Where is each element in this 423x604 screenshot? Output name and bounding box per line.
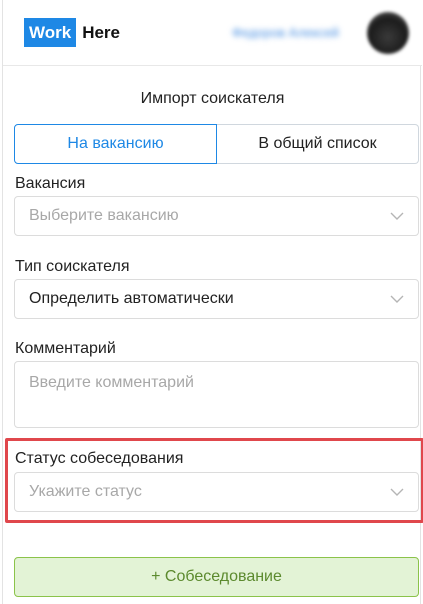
comment-placeholder: Введите комментарий (29, 374, 194, 391)
candidate-type-label: Тип соискателя (15, 258, 130, 275)
comment-label: Комментарий (15, 340, 116, 357)
app-header: Work Here Федоров Алексей (3, 0, 422, 66)
vacancy-select[interactable]: Выберите вакансию (14, 196, 419, 236)
page-title: Импорт соискателя (140, 90, 285, 107)
comment-field[interactable]: Введите комментарий (14, 361, 419, 428)
chevron-down-icon (390, 212, 404, 220)
avatar[interactable] (367, 12, 409, 54)
chevron-down-icon (390, 488, 404, 496)
candidate-type-value: Определить автоматически (29, 290, 234, 307)
form-panel: Work Here Федоров Алексей Импорт соискат… (2, 0, 423, 604)
logo-here-text: Here (82, 22, 121, 42)
candidate-type-select[interactable]: Определить автоматически (14, 279, 419, 319)
interview-status-placeholder: Укажите статус (29, 483, 142, 500)
user-name[interactable]: Федоров Алексей (232, 25, 357, 41)
chevron-down-icon (390, 295, 404, 303)
tab-general-list[interactable]: В общий список (217, 124, 419, 164)
add-interview-button[interactable]: + Собеседование (14, 557, 419, 597)
logo[interactable]: Work Here (24, 18, 120, 47)
interview-status-select[interactable]: Укажите статус (14, 472, 419, 512)
vacancy-placeholder: Выберите вакансию (29, 207, 179, 224)
vacancy-label: Вакансия (15, 175, 86, 192)
import-target-tabs: На вакансию В общий список (14, 124, 419, 164)
logo-work-text: Work (24, 18, 77, 47)
interview-status-label: Статус собеседования (15, 450, 184, 467)
tab-to-vacancy[interactable]: На вакансию (14, 124, 217, 164)
